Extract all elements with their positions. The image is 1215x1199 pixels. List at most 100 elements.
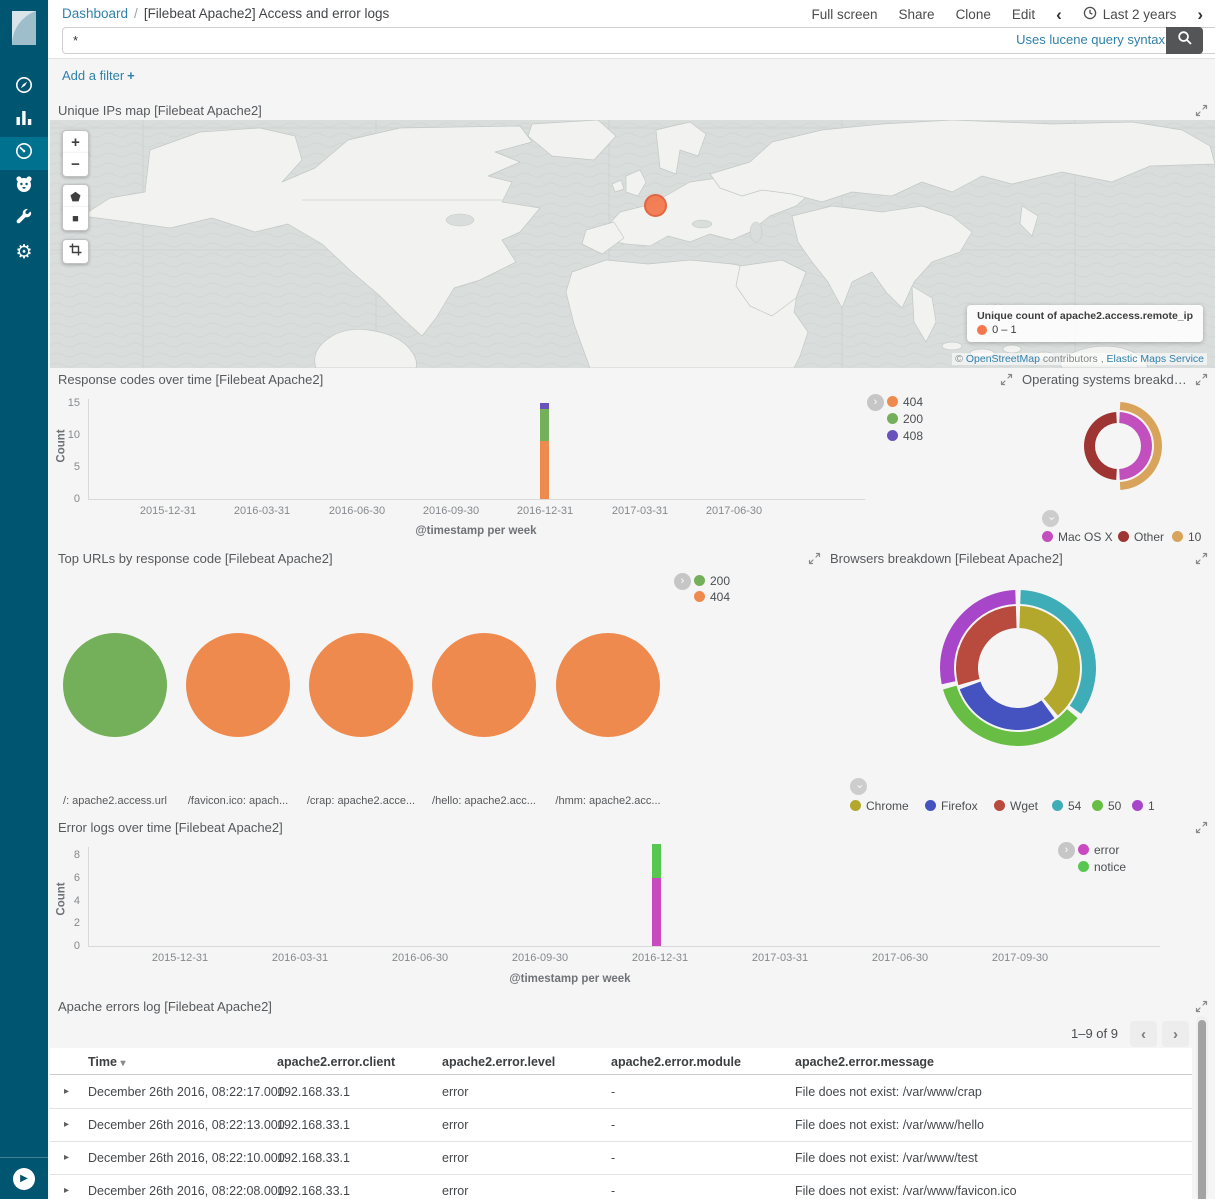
legend-item-macosx[interactable]: Mac OS X — [1042, 530, 1113, 544]
legend-item-1[interactable]: 1 — [1132, 799, 1155, 813]
x-tick: 2016-12-31 — [632, 952, 688, 964]
collapse-sidebar-button[interactable]: ▶ — [13, 1168, 35, 1190]
map-panel-title: Unique IPs map [Filebeat Apache2] — [58, 103, 262, 118]
browsers-expand-icon[interactable] — [1195, 552, 1208, 565]
map-expand-icon[interactable] — [1195, 104, 1208, 117]
map-fit-bounds-button[interactable] — [62, 239, 89, 264]
pie-label: /hmm: apache2.acc... — [523, 795, 693, 807]
full-screen-button[interactable]: Full screen — [812, 7, 878, 22]
sidebar-item-visualize[interactable] — [0, 104, 48, 137]
gear-icon: ⚙ — [15, 243, 32, 262]
response-codes-expand-icon[interactable] — [1000, 373, 1013, 386]
errors-stacked-bar[interactable] — [652, 844, 661, 946]
map-zoom-in-button[interactable]: + — [62, 130, 89, 155]
cell-message: File does not exist: /var/www/favicon.ic… — [795, 1184, 1017, 1198]
cell-time: December 26th 2016, 08:22:10.000 — [88, 1151, 285, 1165]
header-actions: Full screen Share Clone Edit ‹ Last 2 ye… — [812, 6, 1204, 23]
pie-hello-url[interactable] — [432, 633, 536, 737]
sidebar-item-discover[interactable] — [0, 71, 48, 104]
map-zoom-out-button[interactable]: − — [62, 153, 89, 177]
time-picker[interactable]: Last 2 years — [1083, 6, 1177, 23]
sidebar-item-timelion[interactable] — [0, 170, 48, 203]
sidebar-item-management[interactable]: ⚙ — [0, 236, 48, 269]
elastic-maps-service-link[interactable]: Elastic Maps Service — [1107, 353, 1204, 365]
map-draw-rectangle-button[interactable]: ■ — [62, 207, 89, 231]
legend-item-10[interactable]: 10 — [1172, 530, 1201, 544]
pie-root-url[interactable] — [63, 633, 167, 737]
expand-row-icon[interactable]: ▸ — [64, 1086, 69, 1097]
legend-item-chrome[interactable]: Chrome — [850, 799, 909, 813]
legend-item-408[interactable]: 408 — [887, 429, 923, 443]
legend-item-error[interactable]: error — [1078, 843, 1119, 857]
legend-item-200[interactable]: 200 — [887, 412, 923, 426]
response-stacked-bar[interactable] — [540, 403, 549, 499]
legend-item-54[interactable]: 54 — [1052, 799, 1081, 813]
expand-row-icon[interactable]: ▸ — [64, 1152, 69, 1163]
os-expand-icon[interactable] — [1195, 373, 1208, 386]
bar-chart-icon — [14, 108, 34, 133]
errors-x-axis-label: @timestamp per week — [509, 973, 630, 985]
world-map[interactable]: + − ⬟ ■ Unique count of apache2.access.r… — [50, 120, 1215, 368]
errors-x-axis — [88, 946, 1160, 947]
legend-toggle-icon[interactable]: › — [850, 778, 867, 795]
add-filter-button[interactable]: Add a filter+ — [62, 68, 135, 83]
expand-row-icon[interactable]: ▸ — [64, 1185, 69, 1196]
cell-module: - — [611, 1118, 615, 1132]
expand-row-icon[interactable]: ▸ — [64, 1119, 69, 1130]
x-tick: 2016-03-31 — [272, 952, 328, 964]
pie-hmm-url[interactable] — [556, 633, 660, 737]
openstreetmap-link[interactable]: OpenStreetMap — [966, 353, 1040, 365]
legend-item-404[interactable]: 404 — [694, 590, 730, 604]
legend-item-other[interactable]: Other — [1118, 530, 1164, 544]
sidebar-item-dashboard[interactable] — [0, 137, 48, 170]
top-urls-expand-icon[interactable] — [808, 552, 821, 565]
x-tick: 2017-06-30 — [872, 952, 928, 964]
legend-toggle-icon[interactable]: › — [674, 573, 691, 590]
kibana-logo[interactable] — [0, 0, 48, 56]
column-header-client[interactable]: apache2.error.client — [277, 1055, 395, 1069]
share-button[interactable]: Share — [899, 7, 935, 22]
breadcrumb-dashboard-link[interactable]: Dashboard — [62, 6, 128, 21]
time-forward-button[interactable]: › — [1197, 6, 1203, 23]
cell-module: - — [611, 1184, 615, 1198]
errors-table-expand-icon[interactable] — [1195, 1000, 1208, 1013]
column-header-message[interactable]: apache2.error.message — [795, 1055, 934, 1069]
table-scrollbar-thumb[interactable] — [1198, 1020, 1206, 1199]
legend-toggle-icon[interactable]: › — [867, 394, 884, 411]
legend-dot — [925, 800, 936, 811]
pie-crap-url[interactable] — [309, 633, 413, 737]
map-draw-polygon-button[interactable]: ⬟ — [62, 184, 89, 209]
error-logs-expand-icon[interactable] — [1195, 821, 1208, 834]
pagination-prev-button[interactable]: ‹ — [1130, 1021, 1157, 1047]
legend-dot — [694, 575, 705, 586]
legend-item-50[interactable]: 50 — [1092, 799, 1121, 813]
legend-item-firefox[interactable]: Firefox — [925, 799, 978, 813]
legend-item-wget[interactable]: Wget — [994, 799, 1038, 813]
map-marker[interactable] — [644, 194, 667, 217]
pagination-next-button[interactable]: › — [1162, 1021, 1189, 1047]
column-header-module[interactable]: apache2.error.module — [611, 1055, 741, 1069]
column-header-level[interactable]: apache2.error.level — [442, 1055, 555, 1069]
legend-item-404[interactable]: 404 — [887, 395, 923, 409]
legend-item-notice[interactable]: notice — [1078, 860, 1126, 874]
sidebar-item-devtools[interactable] — [0, 203, 48, 236]
cell-client: 192.168.33.1 — [277, 1151, 350, 1165]
map-attribution: © OpenStreetMap contributors , Elastic M… — [952, 353, 1207, 365]
os-donut-chart[interactable] — [1072, 400, 1164, 492]
cell-time: December 26th 2016, 08:22:17.000 — [88, 1085, 285, 1099]
pie-favicon-url[interactable] — [186, 633, 290, 737]
legend-item-200[interactable]: 200 — [694, 574, 730, 588]
legend-toggle-icon[interactable]: › — [1058, 842, 1075, 859]
search-button[interactable] — [1166, 27, 1203, 54]
edit-button[interactable]: Edit — [1012, 7, 1035, 22]
clone-button[interactable]: Clone — [956, 7, 991, 22]
sidebar: ⚙ ▶ — [0, 0, 48, 1199]
time-back-button[interactable]: ‹ — [1056, 6, 1062, 23]
cell-level: error — [442, 1184, 468, 1198]
legend-toggle-icon[interactable]: › — [1042, 510, 1059, 527]
lucene-syntax-link[interactable]: Uses lucene query syntax — [1016, 32, 1165, 47]
browsers-donut-chart[interactable] — [938, 588, 1098, 748]
timelion-face-icon — [14, 174, 34, 199]
filter-bar: Add a filter+ — [48, 59, 1215, 94]
column-header-time[interactable]: Time ▾ — [88, 1055, 125, 1069]
